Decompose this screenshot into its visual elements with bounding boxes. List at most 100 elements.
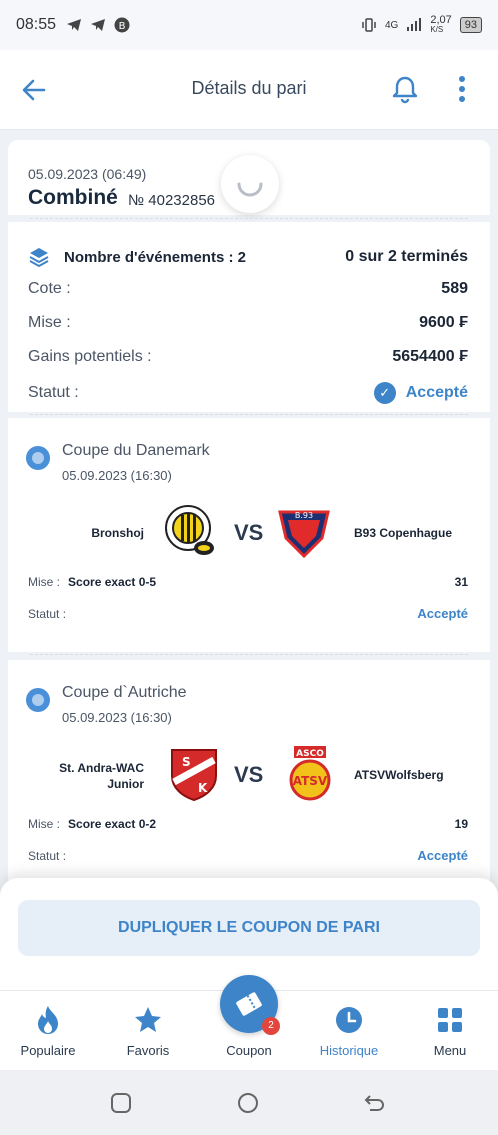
event-odds: 31 bbox=[454, 575, 468, 589]
nav-label: Populaire bbox=[20, 1043, 76, 1058]
ticket-icon bbox=[236, 992, 262, 1016]
grid-icon bbox=[438, 1008, 462, 1032]
competition-header: Coupe du Danemark 05.09.2023 (16:30) bbox=[26, 442, 210, 483]
bet-summary-card: Nombre d'événements : 2 0 sur 2 terminés… bbox=[8, 218, 490, 412]
football-icon bbox=[26, 446, 50, 470]
event-odds: 19 bbox=[454, 817, 468, 831]
home-team-name: St. Andra-WAC Junior bbox=[59, 761, 144, 791]
svg-text:B.93: B.93 bbox=[295, 511, 313, 520]
event-statut-value: Accepté bbox=[417, 606, 468, 621]
nav-item-menu[interactable]: Menu bbox=[400, 1003, 498, 1058]
spinner-icon bbox=[237, 182, 263, 197]
action-sheet: DUPLIQUER LE COUPON DE PARI bbox=[0, 878, 498, 990]
system-nav-bar bbox=[0, 1070, 498, 1135]
svg-text:K: K bbox=[198, 781, 208, 795]
gains-row: Gains potentiels : 5654400 ₣ bbox=[28, 348, 468, 366]
competition-name: Coupe du Danemark bbox=[62, 442, 210, 459]
cote-value: 589 bbox=[441, 280, 468, 297]
event-mise-row: Mise : Score exact 0-2 bbox=[28, 817, 156, 831]
bronshoj-logo-icon bbox=[165, 505, 214, 555]
vibrate-icon bbox=[362, 18, 376, 32]
event-statut-value: Accepté bbox=[417, 848, 468, 863]
net-speed: 2,07 bbox=[430, 14, 452, 26]
more-vert-icon[interactable] bbox=[452, 74, 472, 104]
statut-row: Statut : ✓ Accepté bbox=[28, 382, 468, 404]
event-card[interactable]: Coupe d`Autriche 05.09.2023 (16:30) St. … bbox=[8, 654, 490, 880]
coupon-badge: 2 bbox=[262, 1017, 280, 1035]
event-statut-label: Statut : bbox=[28, 607, 67, 621]
event-card[interactable]: Coupe du Danemark 05.09.2023 (16:30) Bro… bbox=[8, 414, 490, 652]
away-team-name: B93 Copenhague bbox=[354, 526, 453, 540]
event-pick: Score exact 0-2 bbox=[68, 817, 157, 831]
cote-row: Cote : 589 bbox=[28, 280, 468, 298]
standra-logo-icon: S K bbox=[171, 749, 217, 802]
clock-icon bbox=[336, 1007, 362, 1033]
perforation-divider bbox=[30, 654, 468, 655]
gains-value: 5654400 ₣ bbox=[392, 348, 468, 365]
event-mise-label: Mise : bbox=[28, 817, 61, 831]
recents-icon[interactable] bbox=[110, 1092, 132, 1114]
nav-item-coupon-label[interactable]: Coupon bbox=[199, 1043, 299, 1058]
star-icon bbox=[135, 1007, 161, 1032]
telegram-icon bbox=[67, 19, 82, 31]
nav-item-populaire[interactable]: Populaire bbox=[0, 1003, 98, 1058]
event-date: 05.09.2023 (16:30) bbox=[62, 710, 172, 725]
status-bar: 08:55 B 4G 2,07 K/S 93 bbox=[0, 0, 498, 50]
away-team-name: ATSVWolfsberg bbox=[354, 768, 444, 782]
event-mise-label: Mise : bbox=[28, 575, 61, 589]
bet-number: № 40232856 bbox=[128, 192, 215, 209]
bell-icon[interactable] bbox=[390, 74, 420, 104]
nav-label: Favoris bbox=[126, 1043, 170, 1058]
bottom-nav: Populaire Favoris 2 Coupon Historique Me… bbox=[0, 975, 498, 1070]
gains-label: Gains potentiels : bbox=[28, 348, 152, 365]
nav-item-historique[interactable]: Historique bbox=[299, 1003, 399, 1058]
network-type: 4G bbox=[384, 19, 399, 31]
football-icon bbox=[26, 688, 50, 712]
svg-text:B: B bbox=[119, 21, 126, 32]
event-date: 05.09.2023 (16:30) bbox=[62, 468, 172, 483]
event-statut-label: Statut : bbox=[28, 849, 67, 863]
nav-label: Menu bbox=[433, 1043, 467, 1058]
vs-label: VS bbox=[234, 520, 264, 545]
event-pick: Score exact 0-5 bbox=[68, 575, 157, 589]
duplicate-coupon-button[interactable]: DUPLIQUER LE COUPON DE PARI bbox=[18, 900, 480, 956]
events-row: Nombre d'événements : 2 0 sur 2 terminés bbox=[28, 246, 468, 268]
perforation-divider bbox=[30, 218, 468, 219]
home-team-name: Bronshoj bbox=[91, 526, 144, 540]
bet-type: Combiné bbox=[28, 186, 118, 209]
svg-text:ASCO: ASCO bbox=[296, 749, 324, 759]
layers-icon bbox=[29, 248, 49, 268]
battery-indicator: 93 bbox=[459, 17, 482, 33]
statut-value: Accepté bbox=[405, 384, 468, 401]
competition-header: Coupe d`Autriche 05.09.2023 (16:30) bbox=[26, 684, 187, 725]
svg-text:ATSV: ATSV bbox=[293, 774, 328, 788]
bet-date: 05.09.2023 (06:49) bbox=[28, 166, 147, 182]
vs-label: VS bbox=[234, 762, 264, 787]
perforation-divider bbox=[30, 414, 468, 415]
events-progress: 0 sur 2 terminés bbox=[345, 248, 468, 265]
telegram-icon bbox=[91, 19, 106, 31]
check-circle-icon: ✓ bbox=[373, 382, 396, 404]
asco-atsv-logo-icon: ASCO ATSV bbox=[289, 746, 331, 801]
b93-logo-icon: B.93 bbox=[278, 510, 330, 559]
cote-label: Cote : bbox=[28, 280, 71, 297]
back-icon[interactable] bbox=[362, 1092, 386, 1114]
signal-icon bbox=[407, 18, 422, 31]
app-bar: Détails du pari bbox=[0, 50, 498, 130]
event-mise-row: Mise : Score exact 0-5 bbox=[28, 575, 156, 589]
statut-label: Statut : bbox=[28, 384, 79, 401]
nav-label: Historique bbox=[319, 1043, 379, 1058]
net-speed-unit: K/S bbox=[430, 25, 444, 34]
home-icon[interactable] bbox=[237, 1092, 259, 1114]
bet-header-card: 05.09.2023 (06:49) Combiné № 40232856 bbox=[8, 140, 490, 215]
svg-text:S: S bbox=[182, 755, 191, 769]
status-time: 08:55 bbox=[16, 16, 57, 33]
bitcoin-icon: B bbox=[114, 17, 130, 33]
page-title: Détails du pari bbox=[191, 78, 307, 98]
flame-icon bbox=[38, 1006, 58, 1034]
mise-label: Mise : bbox=[28, 314, 71, 331]
loading-spinner bbox=[221, 155, 279, 213]
mise-value: 9600 ₣ bbox=[419, 314, 468, 331]
mise-row: Mise : 9600 ₣ bbox=[28, 314, 468, 332]
nav-item-favoris[interactable]: Favoris bbox=[98, 1003, 198, 1058]
